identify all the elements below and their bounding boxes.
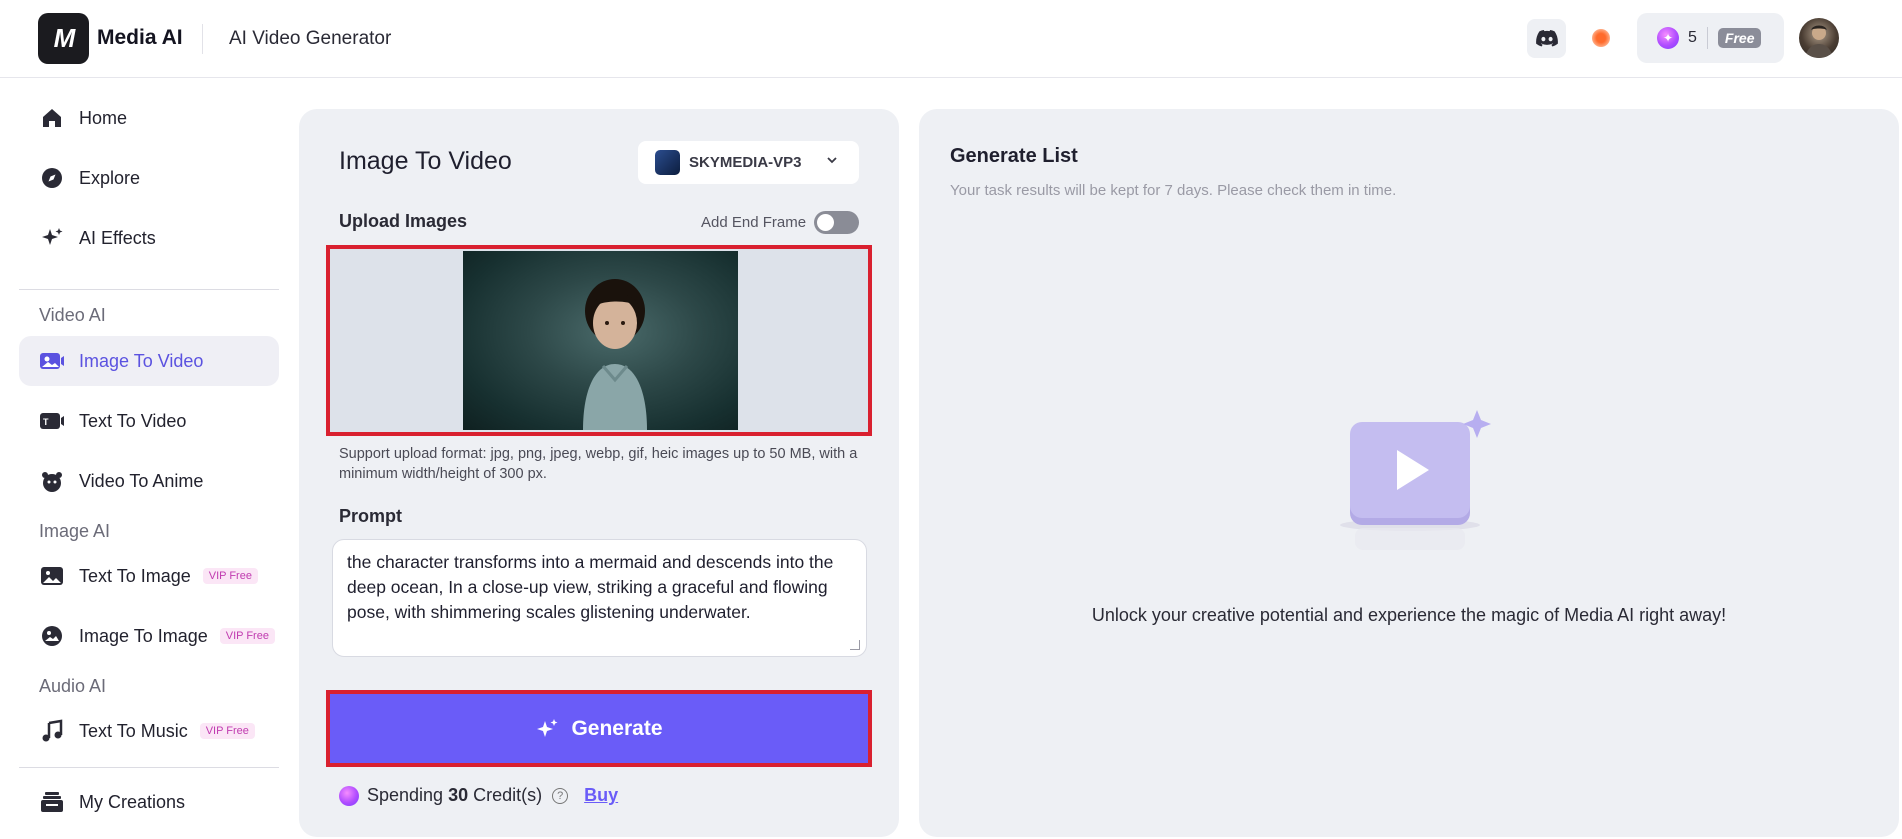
model-select[interactable]: SKYMEDIA-VP3 <box>638 141 859 184</box>
model-select-value: SKYMEDIA-VP3 <box>689 154 802 171</box>
sidebar-item-explore[interactable]: Explore <box>19 153 279 203</box>
sidebar-item-label: Text To Video <box>79 410 187 431</box>
generate-list-title: Generate List <box>950 145 1078 167</box>
text-video-icon: T <box>39 408 65 434</box>
logo-mark: M <box>53 23 76 53</box>
sidebar-item-label: Text To Image <box>79 565 191 586</box>
user-avatar[interactable] <box>1799 18 1839 58</box>
sidebar-item-label: Image To Video <box>79 350 204 371</box>
spending-info: Spending 30 Credit(s) ? Buy <box>339 785 618 806</box>
sidebar-item-text-to-image[interactable]: Text To Image VIP Free <box>19 551 279 601</box>
add-end-frame-toggle[interactable] <box>814 211 859 234</box>
sidebar-item-label: My Creations <box>79 791 186 812</box>
sidebar-divider <box>19 767 279 768</box>
plan-badge: Free <box>1717 28 1762 48</box>
vip-free-badge: VIP Free <box>219 628 275 644</box>
discord-button[interactable] <box>1527 19 1566 58</box>
sidebar-item-label: Home <box>79 107 128 128</box>
empty-state-video-icon <box>1325 410 1495 560</box>
sidebar-item-label: Explore <box>79 167 141 188</box>
sidebar: Home Explore AI Effects Video AI Image T… <box>0 79 290 839</box>
sidebar-item-my-creations[interactable]: My Creations <box>19 777 279 827</box>
spending-prefix: Spending <box>367 785 444 805</box>
add-end-frame-label: Add End Frame <box>701 214 807 231</box>
anime-icon <box>39 468 65 494</box>
notification-dot-icon[interactable] <box>1592 29 1610 47</box>
top-header: M Media AI AI Video Generator ✦ 5 Free <box>0 0 1902 78</box>
sidebar-item-image-to-image[interactable]: Image To Image VIP Free <box>19 611 279 661</box>
sidebar-item-label: Image To Image <box>79 625 208 646</box>
sidebar-item-ai-effects[interactable]: AI Effects <box>19 213 279 263</box>
prompt-textarea[interactable]: the character transforms into a mermaid … <box>332 539 867 657</box>
prompt-label: Prompt <box>339 506 402 526</box>
chevron-down-icon <box>827 157 837 164</box>
editor-title: Image To Video <box>339 147 512 175</box>
image-image-icon <box>39 623 65 649</box>
music-icon <box>39 718 65 744</box>
vip-free-badge: VIP Free <box>199 723 255 739</box>
image-upload-area[interactable] <box>326 245 872 436</box>
sparkle-icon <box>39 225 65 251</box>
section-label-image-ai: Image AI <box>39 521 111 541</box>
section-label-audio-ai: Audio AI <box>39 676 107 696</box>
sidebar-item-label: Video To Anime <box>79 470 204 491</box>
sidebar-item-image-to-video[interactable]: Image To Video <box>19 336 279 386</box>
sidebar-item-label: AI Effects <box>79 227 156 248</box>
compass-icon <box>39 165 65 191</box>
generate-button-label: Generate <box>571 716 663 740</box>
avatar-image <box>1805 25 1833 58</box>
sidebar-item-home[interactable]: Home <box>19 93 279 143</box>
pill-divider <box>1706 27 1708 49</box>
app-name: Media AI <box>97 26 183 49</box>
sidebar-item-text-to-music[interactable]: Text To Music VIP Free <box>19 706 279 756</box>
credit-balance-pill[interactable]: ✦ 5 Free <box>1637 13 1784 63</box>
image-video-icon <box>39 348 65 374</box>
upload-format-hint: Support upload format: jpg, png, jpeg, w… <box>339 446 858 482</box>
toggle-knob <box>817 214 834 231</box>
page-title: AI Video Generator <box>229 28 392 49</box>
discord-icon <box>1535 30 1558 47</box>
home-icon <box>39 105 65 131</box>
buy-link[interactable]: Buy <box>584 785 618 806</box>
spending-amount: 30 <box>448 785 469 805</box>
uploaded-image-preview <box>463 251 738 430</box>
sparkle-icon <box>537 718 558 737</box>
header-divider <box>202 24 203 54</box>
vip-free-badge: VIP Free <box>202 568 258 584</box>
resize-handle-icon[interactable] <box>850 640 860 650</box>
section-label-video-ai: Video AI <box>39 305 106 325</box>
credit-count: 5 <box>1688 29 1697 46</box>
spending-suffix: Credit(s) <box>473 785 543 805</box>
sidebar-item-text-to-video[interactable]: T Text To Video <box>19 396 279 446</box>
sidebar-item-video-to-anime[interactable]: Video To Anime <box>19 456 279 506</box>
model-logo-icon <box>655 150 680 175</box>
credit-gem-icon: ✦ <box>1657 27 1679 49</box>
upload-images-label: Upload Images <box>339 211 468 231</box>
text-image-icon <box>39 563 65 589</box>
empty-state-message: Unlock your creative potential and exper… <box>1091 605 1727 625</box>
credit-gem-icon <box>339 785 359 806</box>
generate-list-subtitle: Your task results will be kept for 7 day… <box>950 182 1397 199</box>
svg-text:T: T <box>43 417 49 427</box>
generate-button[interactable]: Generate <box>326 690 872 767</box>
creations-icon <box>39 789 65 815</box>
prompt-text: the character transforms into a mermaid … <box>347 552 834 622</box>
sidebar-item-label: Text To Music <box>79 720 188 741</box>
help-icon[interactable]: ? <box>552 787 569 804</box>
media-ai-logo[interactable]: M <box>38 13 89 64</box>
sidebar-divider <box>19 289 279 290</box>
